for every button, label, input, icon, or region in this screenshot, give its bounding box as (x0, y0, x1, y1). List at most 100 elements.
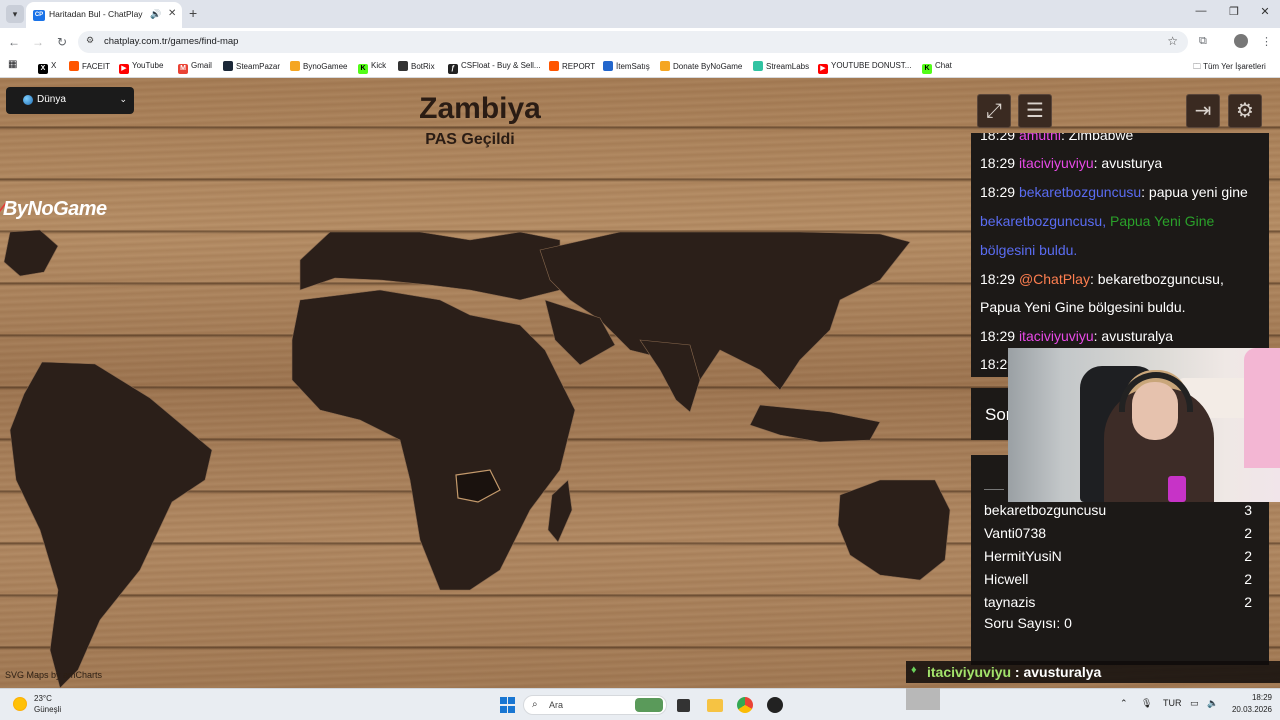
network-icon[interactable]: ▭ (1190, 698, 1199, 709)
chat-system-message: bekaretbozguncusu, Papua Yeni Gine (980, 213, 1215, 229)
map-region-africa (291, 289, 576, 591)
chat-system-message-cont: bölgesini buldu. (980, 242, 1078, 258)
youtube-icon: ▶ (119, 64, 129, 74)
map-region-madagascar (547, 479, 573, 543)
tray-chevron-up-icon[interactable]: ⌃ (1120, 698, 1128, 709)
latest-message-bar: ♦ itaciviyuviyu : avusturalya (906, 661, 1280, 683)
bookmark-streamlabs[interactable]: StreamLabs (753, 61, 809, 71)
chat-message: 18:29 @ChatPlay: bekaretbozguncusu, (980, 271, 1224, 287)
tab-search-chevron-icon[interactable]: ▾ (6, 5, 24, 23)
maximize-icon[interactable]: ❐ (1225, 5, 1243, 18)
chat-message-cont: Papua Yeni Gine bölgesini buldu. (980, 299, 1186, 315)
search-highlight-image (635, 698, 663, 712)
speaker-icon[interactable]: 🔊 (150, 9, 161, 20)
botrix-icon (398, 61, 408, 71)
chat-message: 18:29 itaciviyuviyu: avusturalya (980, 328, 1174, 344)
map-region-india (639, 339, 701, 413)
folder-icon: 🗀 (1193, 62, 1204, 71)
site-info-icon[interactable]: ⚙ (86, 35, 94, 46)
apps-grid-icon[interactable]: ▦ (8, 59, 17, 70)
map-region-north-atlantic (3, 229, 59, 277)
chrome-icon[interactable] (737, 697, 753, 713)
latest-message-user: itaciviyuviyu (927, 664, 1012, 680)
bookmark-botrix[interactable]: BotRix (398, 61, 435, 71)
webcam-overlay (1008, 348, 1280, 502)
exit-icon[interactable]: ⇥ (1186, 94, 1220, 128)
game-page: Dünya ⌄ Zambiya PAS Geçildi ⁄ByNoGame SV… (0, 78, 1280, 688)
chevron-down-icon: ⌄ (119, 94, 127, 104)
list-icon[interactable]: ☰ (1018, 94, 1052, 128)
address-bar[interactable]: ⚙ chatplay.com.tr/games/find-map ☆ (78, 31, 1188, 53)
kick-icon: K (922, 64, 932, 74)
pass-status-text: PAS Geçildi (425, 131, 515, 148)
chat-panel: 18:29 amuthi: Zimbabwe 18:29 itaciviyuvi… (971, 133, 1269, 377)
browser-tab-active[interactable]: CP Haritadan Bul - ChatPlay 🔊 ✕ (26, 2, 182, 28)
globe-icon (23, 95, 33, 105)
itemsatis-icon (603, 61, 613, 71)
tab-strip: ▾ CP Haritadan Bul - ChatPlay 🔊 ✕ + — ❐ … (0, 0, 1280, 28)
browser-toolbar: ← → ↻ ⚙ chatplay.com.tr/games/find-map ☆… (0, 28, 1280, 56)
obs-icon[interactable] (767, 697, 783, 713)
x-icon: X (38, 64, 48, 74)
close-icon[interactable]: ✕ (168, 8, 176, 19)
clock-date[interactable]: 20.03.2026 (1226, 705, 1272, 714)
search-icon: ⌕ (532, 699, 538, 710)
map-credit: SVG Maps by amCharts (5, 670, 103, 680)
clock-time[interactable]: 18:29 (1242, 693, 1272, 702)
bookmark-bynogamee[interactable]: BynoGamee (290, 61, 347, 71)
window-close-icon[interactable]: ✕ (1256, 5, 1274, 18)
chatplay-favicon-icon: CP (33, 10, 45, 21)
region-select[interactable]: Dünya ⌄ (6, 87, 134, 114)
report-icon (549, 61, 559, 71)
fullscreen-icon[interactable]: ⤢ (977, 94, 1011, 128)
extensions-icon[interactable]: ⧉ (1199, 35, 1207, 48)
weather-sun-icon[interactable] (13, 697, 27, 711)
bookmark-donate-bynogame[interactable]: Donate ByNoGame (660, 61, 742, 71)
minimize-icon[interactable]: — (1192, 5, 1210, 17)
volume-icon[interactable]: 🔈 (1207, 698, 1218, 709)
bookmark-steampazar[interactable]: SteamPazar (223, 61, 280, 71)
bookmark-youtube-donust[interactable]: ▶ YOUTUBE DONUST... (818, 61, 911, 74)
world-map[interactable] (0, 150, 960, 688)
gmail-icon: M (178, 64, 188, 74)
taskbar-search[interactable]: ⌕ Ara (523, 695, 667, 715)
all-bookmarks-folder[interactable]: 🗀 Tüm Yer İşaretleri (1193, 61, 1266, 75)
overlay-placeholder-box (906, 688, 940, 710)
microphone-icon[interactable]: 🎙 (1141, 698, 1152, 709)
profile-avatar[interactable] (1234, 34, 1248, 48)
settings-gear-icon[interactable]: ⚙ (1228, 94, 1262, 128)
bookmark-report[interactable]: REPORT (549, 61, 595, 71)
bookmark-chat[interactable]: K Chat (922, 61, 952, 74)
map-region-asia (539, 231, 911, 401)
map-region-australia (837, 479, 951, 581)
forward-arrow-icon[interactable]: → (30, 35, 46, 49)
file-explorer-icon[interactable] (707, 699, 723, 712)
bynogame-logo-text: ByNoGame (2, 198, 107, 220)
task-view-icon[interactable] (677, 699, 690, 712)
bynogame-logo: ⁄ByNoGame (0, 198, 107, 221)
bookmark-csfloat[interactable]: ƒ CSFloat - Buy & Sell... (448, 61, 541, 74)
tab-title: Haritadan Bul - ChatPlay (49, 9, 143, 19)
chat-message: 18:29 amuthi: Zimbabwe (980, 133, 1134, 143)
bookmark-star-icon[interactable]: ☆ (1167, 34, 1178, 48)
taskbar: 23°C Güneşli ⌕ Ara ⌃ 🎙 TUR ▭ 🔈 18:29 20.… (0, 688, 1280, 720)
language-indicator[interactable]: TUR (1163, 698, 1182, 708)
back-arrow-icon[interactable]: ← (6, 35, 22, 49)
bookmark-gmail[interactable]: M Gmail (178, 61, 212, 74)
weather-temperature[interactable]: 23°C (34, 694, 52, 703)
windows-start-icon[interactable] (500, 697, 516, 713)
weather-condition[interactable]: Güneşli (34, 705, 61, 714)
bynogame-icon (660, 61, 670, 71)
steam-icon (223, 61, 233, 71)
bookmark-x[interactable]: XX (38, 61, 56, 74)
question-count: Soru Sayısı: 0 (984, 615, 1072, 631)
youtube-icon: ▶ (818, 64, 828, 74)
reload-icon[interactable]: ↻ (54, 35, 70, 49)
bookmark-faceit[interactable]: FACEIT (69, 61, 110, 71)
bookmark-itemsatis[interactable]: İtemSatış (603, 61, 650, 71)
new-tab-button[interactable]: + (189, 5, 197, 21)
bookmark-kick[interactable]: K Kick (358, 61, 386, 74)
map-region-south-america (9, 361, 213, 688)
bookmark-youtube[interactable]: ▶ YouTube (119, 61, 163, 74)
menu-kebab-icon[interactable]: ⋮ (1261, 35, 1272, 48)
